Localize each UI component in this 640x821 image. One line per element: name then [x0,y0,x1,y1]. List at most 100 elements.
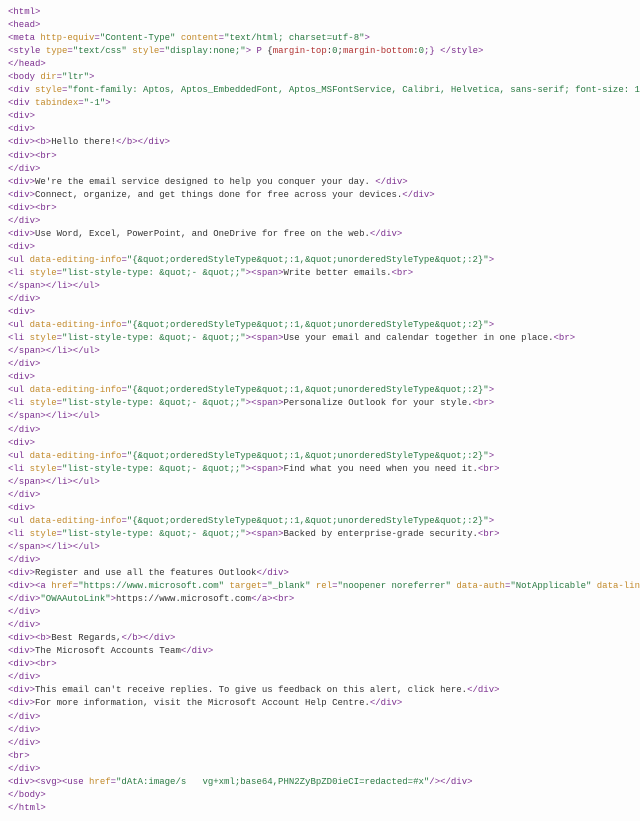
code-line: <div> [8,177,35,187]
code-line: <style [8,46,46,56]
code-line: <div><b> [8,137,51,147]
code-line: </div> [8,620,40,630]
code-line: <div [8,85,35,95]
text: Personalize Outlook for your style. [283,398,472,408]
val: "text/css" [73,46,127,56]
code-line: </div> [8,164,40,174]
close: <br> [554,333,576,343]
code-line: <ul [8,385,30,395]
code-line: <ul [8,516,30,526]
code-line: <br> [8,751,30,761]
attr: style [132,46,159,56]
text: This email can't receive replies. To giv… [35,685,467,695]
text: Use Word, Excel, PowerPoint, and OneDriv… [35,229,370,239]
val: "display:none;" [165,46,246,56]
code-line: </span></li></ul> [8,477,100,487]
text: Hello there! [51,137,116,147]
code-line: <div><b> [8,633,51,643]
val: "noopener noreferrer" [338,581,451,591]
close: > [489,451,494,461]
code-line: </div> [8,738,40,748]
val: "_blank" [267,581,310,591]
close: ><span> [246,268,284,278]
close: </div> [402,190,434,200]
text: Find what you need when you need it. [283,464,477,474]
code-line: </span></li></ul> [8,281,100,291]
close: > [489,516,494,526]
code-line: </div> [8,764,40,774]
code-line: <li [8,464,30,474]
attr: http-equiv [40,33,94,43]
close: </b></div> [116,137,170,147]
val: "list-style-type: &quot;- &quot;;" [62,529,246,539]
code-line: </head> [8,59,46,69]
code-line: </div> [8,555,40,565]
close: > [489,320,494,330]
text: Backed by enterprise-grade security. [283,529,477,539]
attr: data-editing-info [30,516,122,526]
code-line: <html> [8,7,40,17]
close: ><span> [246,333,284,343]
text: Connect, organize, and get things done f… [35,190,402,200]
code-line: <div> [8,190,35,200]
close: ><span> [246,464,284,474]
code-line: </div> [8,359,40,369]
code-line: </div> [8,725,40,735]
text: Use your email and calendar together in … [283,333,553,343]
val: "dAtA:image/s vg+xml;base64,PHN2ZyBpZD0i… [116,777,429,787]
val: "list-style-type: &quot;- &quot;;" [62,398,246,408]
close: </a><br> [251,594,294,604]
val: "{&quot;orderedStyleType&quot;:1,&quot;u… [127,451,489,461]
code-line: <div><br> [8,659,57,669]
attr: style [35,85,62,95]
attr: style [30,398,57,408]
attr: content [181,33,219,43]
code-line: <div> [8,503,35,513]
code-line: <li [8,333,30,343]
code-line: </div> [8,672,40,682]
val: "Content-Type" [100,33,176,43]
close: /></div> [429,777,472,787]
code-line: <div> [8,372,35,382]
close: > [489,385,494,395]
attr: style [30,333,57,343]
code-line: </div> [8,607,40,617]
code-line: <div> [8,111,35,121]
code-line: <div> [8,242,35,252]
val: "list-style-type: &quot;- &quot;;" [62,464,246,474]
text: Register and use all the features Outloo… [35,568,256,578]
close: ><span> [246,398,284,408]
val: "{&quot;orderedStyleType&quot;:1,&quot;u… [127,516,489,526]
code-line: <head> [8,20,40,30]
close: <br> [478,529,500,539]
close: </div> [467,685,499,695]
code-line: <ul [8,320,30,330]
attr: data-editing-info [30,255,122,265]
css-prop: margin-top [273,46,327,56]
code-line: </div> [8,712,40,722]
code-line: </span></li></ul> [8,542,100,552]
code-line: <div> [8,229,35,239]
attr: href [51,581,73,591]
code-line: <div><br> [8,203,57,213]
val: "ltr" [62,72,89,82]
attr: href [89,777,111,787]
val: "list-style-type: &quot;- &quot;;" [62,333,246,343]
text: The Microsoft Accounts Team [35,646,181,656]
code-line: </div> [8,425,40,435]
close: <br> [473,398,495,408]
val: "https://www.microsoft.com" [78,581,224,591]
code-line: </div> [8,216,40,226]
code-line: <div><svg><use [8,777,89,787]
attr: data-auth [456,581,505,591]
close: </div> [256,568,288,578]
text: Best Regards, [51,633,121,643]
code-line: <div> [8,698,35,708]
code-line: </div> [8,294,40,304]
val: "{&quot;orderedStyleType&quot;:1,&quot;u… [127,255,489,265]
close: </div> [370,229,402,239]
html-source-view: <html> <head> <meta http-equiv="Content-… [0,0,640,821]
code-line: <div> [8,646,35,656]
attr: data-editing-info [30,385,122,395]
code-line: </div> [8,490,40,500]
